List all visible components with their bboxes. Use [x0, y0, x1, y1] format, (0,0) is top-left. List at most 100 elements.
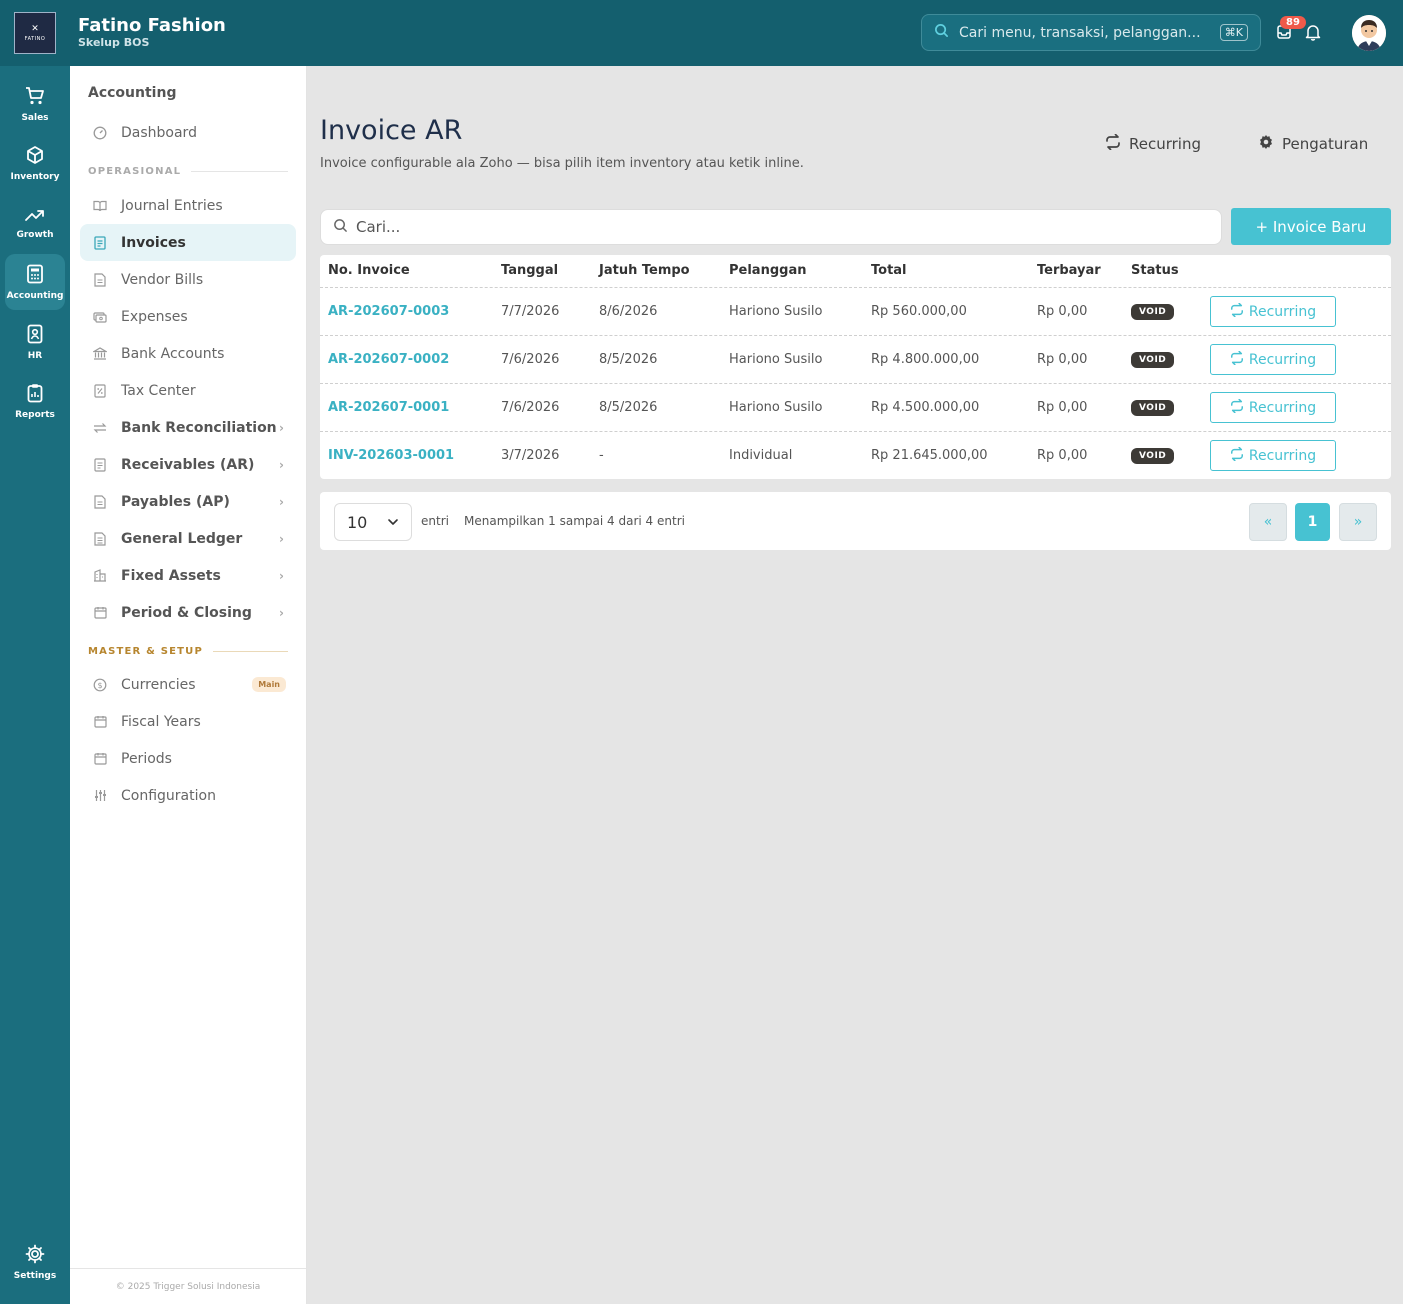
sidebar-item-fiscal-years[interactable]: Fiscal Years	[80, 703, 296, 740]
col-header-due[interactable]: Jatuh Tempo	[599, 263, 690, 278]
invoice-due-date: 8/5/2026	[599, 400, 658, 415]
sidebar-item-journal-entries[interactable]: Journal Entries	[80, 187, 296, 224]
col-header-no[interactable]: No. Invoice	[328, 263, 410, 278]
sidebar-item-dashboard[interactable]: Dashboard	[80, 114, 296, 151]
repeat-icon	[1230, 302, 1249, 321]
status-badge: VOID	[1131, 448, 1175, 464]
chevron-down-icon	[387, 513, 399, 535]
invoice-total: Rp 560.000,00	[871, 304, 967, 319]
swap-arrows-icon	[92, 420, 108, 436]
invoice-number-link[interactable]: AR-202607-0003	[328, 304, 449, 319]
sidebar-item-tax-center[interactable]: Tax Center	[80, 372, 296, 409]
rail-item-hr[interactable]: HR	[5, 314, 65, 370]
document-icon	[92, 235, 108, 251]
page-subtitle: Invoice configurable ala Zoho — bisa pil…	[320, 156, 804, 171]
invoice-paid: Rp 0,00	[1037, 352, 1088, 367]
sidebar-item-label: General Ledger	[121, 530, 243, 547]
section-label: OPERASIONAL	[88, 166, 182, 177]
col-header-date[interactable]: Tanggal	[501, 263, 558, 278]
rail-item-settings[interactable]: Settings	[5, 1234, 65, 1290]
sidebar-title: Accounting	[88, 85, 177, 101]
sidebar-item-configuration[interactable]: Configuration	[80, 777, 296, 814]
invoice-search-input[interactable]: Cari...	[320, 209, 1222, 245]
prev-page-button[interactable]: «	[1249, 503, 1287, 541]
chevron-right-icon: ›	[279, 568, 284, 583]
col-header-paid[interactable]: Terbayar	[1037, 263, 1101, 278]
sidebar-item-fixed-assets[interactable]: Fixed Assets ›	[80, 557, 296, 594]
rail-item-reports[interactable]: Reports	[5, 373, 65, 429]
brand-logo[interactable]: ✕ FATINO	[14, 12, 56, 54]
chevron-right-icon: ›	[279, 494, 284, 509]
rail-item-accounting[interactable]: Accounting	[5, 254, 65, 310]
sidebar-item-payables[interactable]: Payables (AP) ›	[80, 483, 296, 520]
recurring-row-label: Recurring	[1248, 303, 1317, 320]
recurring-row-button[interactable]: Recurring	[1210, 344, 1336, 375]
sidebar-item-label: Periods	[121, 750, 172, 767]
page-size-select[interactable]: 10	[334, 503, 412, 541]
book-open-icon	[92, 198, 108, 214]
rail-item-inventory[interactable]: Inventory	[5, 135, 65, 191]
invoice-customer: Individual	[729, 448, 793, 463]
file-icon	[92, 272, 108, 288]
global-search-input[interactable]: Cari menu, transaksi, pelanggan... ⌘K	[921, 14, 1261, 51]
table-row: AR-202607-0002 7/6/2026 8/5/2026 Hariono…	[320, 335, 1391, 383]
invoice-customer: Hariono Susilo	[729, 304, 823, 319]
logo-text: FATINO	[24, 35, 46, 42]
clipboard-icon	[27, 383, 43, 410]
recurring-row-button[interactable]: Recurring	[1210, 296, 1336, 327]
sidebar-item-bank-accounts[interactable]: Bank Accounts	[80, 335, 296, 372]
avatar[interactable]	[1352, 15, 1386, 51]
sidebar-footer: © 2025 Trigger Solusi Indonesia	[70, 1268, 306, 1304]
settings-header-button[interactable]: Pengaturan	[1246, 125, 1380, 163]
sidebar-item-label: Payables (AP)	[121, 493, 230, 510]
rail-item-sales[interactable]: Sales	[5, 76, 65, 132]
sidebar-item-expenses[interactable]: Expenses	[80, 298, 296, 335]
chevron-right-icon: ›	[279, 420, 284, 435]
invoice-number-link[interactable]: AR-202607-0002	[328, 352, 449, 367]
box-icon	[25, 145, 45, 172]
recurring-row-button[interactable]: Recurring	[1210, 440, 1336, 471]
status-badge: VOID	[1131, 400, 1175, 416]
chevron-right-icon: ›	[279, 605, 284, 620]
col-header-total[interactable]: Total	[871, 263, 907, 278]
invoice-total: Rp 4.500.000,00	[871, 400, 980, 415]
sidebar-item-label: Journal Entries	[121, 197, 223, 214]
rail-label: Reports	[15, 409, 55, 420]
table-row: INV-202603-0001 3/7/2026 - Individual Rp…	[320, 431, 1391, 479]
invoice-date: 7/6/2026	[501, 352, 560, 367]
sidebar-item-period-closing[interactable]: Period & Closing ›	[80, 594, 296, 631]
recurring-row-button[interactable]: Recurring	[1210, 392, 1336, 423]
repeat-icon	[1105, 133, 1129, 154]
invoice-number-link[interactable]: INV-202603-0001	[328, 448, 454, 463]
sidebar-item-bank-reconciliation[interactable]: Bank Reconciliation ›	[80, 409, 296, 446]
invoice-due-date: 8/5/2026	[599, 352, 658, 367]
sidebar-item-vendor-bills[interactable]: Vendor Bills	[80, 261, 296, 298]
sidebar-item-label: Bank Accounts	[121, 345, 225, 362]
sidebar-item-general-ledger[interactable]: General Ledger ›	[80, 520, 296, 557]
current-page-button[interactable]: 1	[1295, 503, 1330, 541]
sidebar-item-currencies[interactable]: $ Currencies Main	[80, 666, 296, 703]
next-page-button[interactable]: »	[1339, 503, 1377, 541]
sidebar-item-receivables[interactable]: Receivables (AR) ›	[80, 446, 296, 483]
rail-item-growth[interactable]: Growth	[5, 195, 65, 251]
recurring-header-button[interactable]: Recurring	[1093, 125, 1213, 163]
notifications[interactable]: 89	[1272, 16, 1324, 48]
dollar-circle-icon: $	[92, 677, 108, 693]
sidebar-item-label: Period & Closing	[121, 604, 252, 621]
bell-icon[interactable]	[1304, 23, 1322, 45]
entries-label: entri	[421, 514, 449, 528]
col-header-status[interactable]: Status	[1131, 263, 1179, 278]
sidebar-item-label: Currencies	[121, 676, 196, 693]
recurring-row-label: Recurring	[1248, 399, 1317, 416]
brand-name: Fatino Fashion	[78, 15, 226, 36]
ledger-icon	[92, 531, 108, 547]
invoice-number-link[interactable]: AR-202607-0001	[328, 400, 449, 415]
sidebar-item-periods[interactable]: Periods	[80, 740, 296, 777]
new-invoice-button[interactable]: + Invoice Baru	[1231, 208, 1391, 245]
recurring-row-label: Recurring	[1248, 447, 1317, 464]
sidebar-item-invoices[interactable]: Invoices	[80, 224, 296, 261]
rail-label: HR	[27, 350, 43, 361]
col-header-customer[interactable]: Pelanggan	[729, 263, 806, 278]
invoice-table: No. Invoice Tanggal Jatuh Tempo Pelangga…	[320, 255, 1391, 479]
invoice-due-date: -	[599, 448, 604, 463]
